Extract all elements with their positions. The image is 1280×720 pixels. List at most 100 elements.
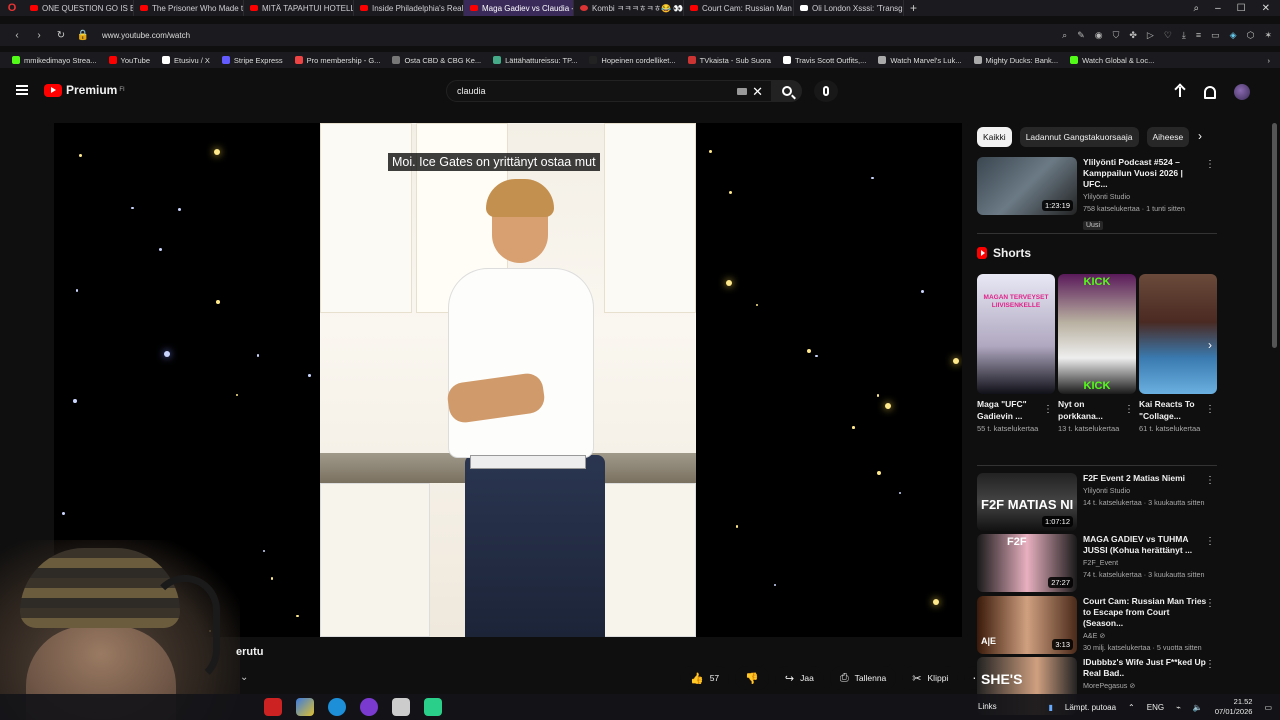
ai-icon[interactable]: ✶ <box>1264 30 1272 41</box>
bookmarks-overflow-icon[interactable]: › <box>1268 56 1280 65</box>
settings-icon[interactable] <box>392 698 410 716</box>
chat-icon[interactable] <box>360 698 378 716</box>
tab-6[interactable]: Kombi ㅋㅋㅋㅎㅋㅎ😂 👀 <box>574 0 684 16</box>
tab-2[interactable]: The Prisoner Who Made t <box>134 0 244 16</box>
heart-icon[interactable]: ♡ <box>1164 30 1172 41</box>
forward-icon[interactable]: › <box>28 30 50 41</box>
list-item[interactable]: F2F MATIAS NI 1:07:12 F2F Event 2 Matias… <box>977 473 1217 531</box>
maximize-icon[interactable]: ☐ <box>1237 3 1246 14</box>
tab-3[interactable]: MITÄ TAPAHTUI HOTELLI <box>244 0 354 16</box>
pin-icon <box>294 56 303 64</box>
scrollbar[interactable] <box>1272 123 1277 348</box>
bookmark[interactable]: Stripe Express <box>216 56 289 65</box>
chevron-down-icon[interactable]: ⌄ <box>240 672 248 683</box>
chip-uploader[interactable]: Ladannut Gangstakuorsaaja <box>1019 127 1139 147</box>
download-icon[interactable]: ⤓ <box>1182 30 1186 41</box>
bookmark[interactable]: Watch Marvel's Luk... <box>872 56 967 65</box>
upload-icon[interactable] <box>1174 85 1186 99</box>
chevron-right-icon[interactable]: › <box>1198 129 1202 143</box>
bookmark[interactable]: Lättähattureissu: TP... <box>487 56 583 65</box>
menu-icon[interactable]: ≡ <box>1196 30 1201 41</box>
tab-4[interactable]: Inside Philadelphia's Real <box>354 0 464 16</box>
search-input[interactable] <box>457 86 717 96</box>
photos-icon[interactable] <box>296 698 314 716</box>
more-vert-icon[interactable]: ⋮ <box>1043 404 1053 415</box>
reload-icon[interactable]: ↻ <box>50 30 72 41</box>
dislike-button[interactable]: 👎 <box>735 666 769 690</box>
voice-search-button[interactable] <box>814 80 838 102</box>
opera-logo-icon[interactable]: O <box>0 0 24 16</box>
cube-icon[interactable]: ⬡ <box>1247 30 1255 41</box>
more-vert-icon[interactable]: ⋮ <box>1205 598 1215 609</box>
list-item[interactable]: A|E 3:13 Court Cam: Russian Man Tries to… <box>977 596 1217 654</box>
volume-icon[interactable]: 🔈 <box>1193 703 1203 712</box>
bookmark[interactable]: Travis Scott Outfits,... <box>777 56 872 65</box>
weather-text[interactable]: Lämpt. putoaa <box>1065 703 1116 712</box>
play-icon[interactable]: ▷ <box>1147 30 1154 41</box>
edit-icon[interactable]: ✎ <box>1077 30 1085 41</box>
tab-label: Maga Gadiev vs Claudia - <box>482 3 574 13</box>
short-card[interactable]: MAGAN TERVEYSET LIIVISENKELLE Maga "UFC"… <box>977 274 1055 434</box>
app-icon[interactable] <box>424 698 442 716</box>
notification-icon[interactable]: ▭ <box>1264 703 1272 712</box>
more-vert-icon[interactable]: ⋮ <box>1205 404 1215 415</box>
bookmark[interactable]: YouTube <box>103 56 156 65</box>
avatar[interactable] <box>1234 84 1250 100</box>
bookmark[interactable]: TVkaista - Sub Suora <box>682 56 777 65</box>
chip-related[interactable]: Aiheese <box>1146 127 1190 147</box>
search-icon[interactable]: ⌕ <box>1062 30 1067 41</box>
youtube-premium-logo[interactable]: Premium FI <box>44 83 125 97</box>
language-indicator[interactable]: ENG <box>1147 703 1164 712</box>
back-icon[interactable]: ‹ <box>6 30 28 41</box>
tab-5-active[interactable]: Maga Gadiev vs Claudia -✕ <box>464 0 574 16</box>
minimize-icon[interactable]: – <box>1215 3 1221 14</box>
vpn-icon[interactable]: ◈ <box>1230 30 1237 41</box>
star-dot <box>815 354 818 358</box>
chip-all[interactable]: Kaikki <box>977 127 1012 147</box>
shield-icon[interactable]: ⛉ <box>1113 30 1120 41</box>
camera-icon[interactable]: ◉ <box>1095 30 1103 41</box>
wallet-icon[interactable]: ▭ <box>1211 30 1220 41</box>
bookmark[interactable]: mmikedimayo Strea... <box>6 56 103 65</box>
more-vert-icon[interactable]: ⋮ <box>1205 475 1215 486</box>
clip-button[interactable]: ✂ Klippi <box>902 666 959 690</box>
like-button[interactable]: 👍 57 <box>680 666 730 690</box>
tab-7[interactable]: Court Cam: Russian Man <box>684 0 794 16</box>
notifications-bell-icon[interactable] <box>1204 85 1216 99</box>
links-toolbar[interactable]: Links <box>978 702 997 711</box>
short-thumbnail <box>1139 274 1217 394</box>
bookmark[interactable]: Mighty Ducks: Bank... <box>968 56 1065 65</box>
bookmark[interactable]: Etusivu / X <box>156 56 216 65</box>
hamburger-menu-icon[interactable] <box>16 85 28 95</box>
clock[interactable]: 21.52 07/01/2026 <box>1215 697 1253 717</box>
save-button[interactable]: ⎙ Tallenna <box>829 666 897 690</box>
extension-icon[interactable]: ✤ <box>1129 30 1137 41</box>
more-vert-icon[interactable]: ⋮ <box>1205 159 1215 170</box>
keyboard-icon[interactable] <box>737 88 747 95</box>
chevron-up-icon[interactable]: ⌃ <box>1128 703 1135 712</box>
more-vert-icon[interactable]: ⋮ <box>1124 404 1134 415</box>
bookmark[interactable]: Pro membership - G... <box>289 56 387 65</box>
edge-icon[interactable] <box>328 698 346 716</box>
bookmark[interactable]: Watch Global & Loc... <box>1064 56 1160 65</box>
close-window-icon[interactable]: ✕ <box>1262 3 1270 14</box>
network-icon[interactable]: ⌁ <box>1176 703 1181 712</box>
opera-icon[interactable] <box>264 698 282 716</box>
short-card[interactable]: KICK KICK Nyt on porkkana... 13 t. katse… <box>1058 274 1136 434</box>
search-tabs-icon[interactable]: ⌕ <box>1193 3 1199 14</box>
bookmark[interactable]: Osta CBD & CBG Ke... <box>386 56 487 65</box>
list-item[interactable]: F2F 27:27 MAGA GADIEV vs TUHMA JUSSI (Ko… <box>977 534 1217 592</box>
more-vert-icon[interactable]: ⋮ <box>1205 536 1215 547</box>
clear-search-icon[interactable]: ✕ <box>752 84 763 100</box>
short-card[interactable]: Kai Reacts To "Collage... 61 t. katseluk… <box>1139 274 1217 434</box>
share-button[interactable]: ↪ Jaa <box>774 666 824 690</box>
new-tab-button[interactable]: + <box>910 1 917 15</box>
url-field[interactable]: www.youtube.com/watch <box>102 31 190 40</box>
tab-1[interactable]: ONE QUESTION GO IS BA <box>24 0 134 16</box>
search-button[interactable] <box>772 80 802 102</box>
more-vert-icon[interactable]: ⋮ <box>1205 659 1215 670</box>
shorts-next-icon[interactable]: › <box>1208 338 1212 352</box>
list-item[interactable]: 1:23:19 Ylilyönti Podcast #524 – Kamppai… <box>977 157 1217 232</box>
bookmark[interactable]: Hopeinen cordelliket... <box>583 56 681 65</box>
tab-8[interactable]: Oli London Xsssi: 'Transg <box>794 0 904 16</box>
